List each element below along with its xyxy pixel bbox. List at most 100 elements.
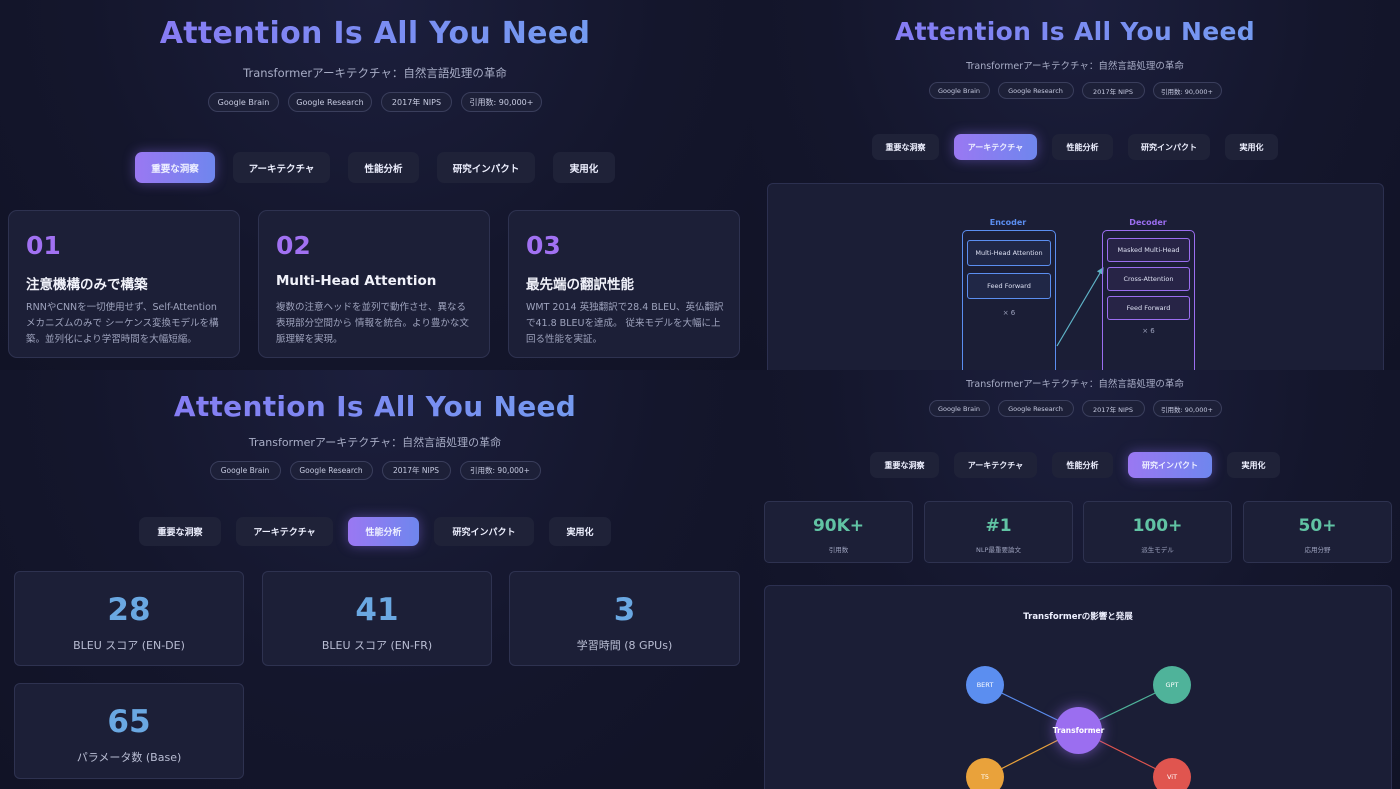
tab-architecture[interactable]: アーキテクチャ [954,134,1037,160]
tab-impact[interactable]: 研究インパクト [1128,134,1210,160]
tab-performance[interactable]: 性能分析 [1052,452,1113,478]
insight-description: 複数の注意ヘッドを並列で動作させ、異なる表現部分空間から 情報を統合。より豊かな… [276,302,469,345]
impact-stat-value: #1 [985,516,1012,536]
impact-stat-value: 90K+ [812,516,865,536]
badge-google-research: Google Research [997,400,1074,417]
architecture-view-panel: Attention Is All You Need Transformerアーキ… [750,0,1400,370]
insight-number: 02 [276,231,311,260]
insights-view-panel: Attention Is All You Need Transformerアーキ… [0,0,750,370]
badge-row: Google Brain Google Research 2017年 NIPS … [750,82,1400,99]
decoder-repeat: × 6 [1142,327,1155,335]
stat-value: 28 [107,592,151,628]
architecture-diagram: Encoder Multi-Head Attention Feed Forwar… [767,183,1384,370]
tab-impact[interactable]: 研究インパクト [1128,452,1212,478]
badge-row: Google Brain Google Research 2017年 NIPS … [0,92,750,112]
badge-google-brain: Google Brain [209,461,281,480]
node-gpt: GPT [1153,666,1191,704]
stat-value: 41 [355,592,399,628]
page-subtitle: Transformerアーキテクチャ：自然言語処理の革命 [248,436,502,449]
badge-google-brain: Google Brain [208,92,279,112]
insight-title: 注意機構のみで構築 [26,277,148,293]
tab-performance[interactable]: 性能分析 [1052,134,1113,160]
stat-label: 学習時間 (8 GPUs) [576,639,673,652]
tab-practical[interactable]: 実用化 [1225,134,1278,160]
node-t5: T5 [966,758,1004,789]
insight-card-3: 03 最先端の翻訳性能 WMT 2014 英独翻訳で28.4 BLEU、英仏翻訳… [508,210,740,358]
badge-citations: 引用数: 90,000+ [461,92,542,112]
badge-row: Google Brain Google Research 2017年 NIPS … [0,461,750,480]
network-edges [984,684,1173,778]
impact-stat-label: NLP最重要論文 [976,546,1021,554]
tab-insights[interactable]: 重要な洞察 [139,517,221,546]
stat-parameters: 65 パラメータ数 (Base) [14,683,244,779]
stat-value: 3 [613,592,636,628]
badge-row: Google Brain Google Research 2017年 NIPS … [750,400,1400,417]
stat-label: BLEU スコア (EN-FR) [321,639,433,652]
tab-architecture[interactable]: アーキテクチャ [236,517,333,546]
node-transformer: Transformer [1053,707,1104,754]
encoder-feed-forward: Feed Forward [967,273,1051,299]
tab-architecture[interactable]: アーキテクチャ [233,152,330,183]
tab-bar: 重要な洞察 アーキテクチャ 性能分析 研究インパクト 実用化 [750,452,1400,478]
stat-training-time: 3 学習時間 (8 GPUs) [509,571,740,666]
stat-bleu-en-de: 28 BLEU スコア (EN-DE) [14,571,244,666]
decoder-block: Masked Multi-Head Cross-Attention Feed F… [1102,230,1195,370]
impact-stat-label: 派生モデル [1141,546,1174,554]
badge-google-research: Google Research [289,461,373,480]
stat-label: BLEU スコア (EN-DE) [73,639,185,652]
tab-performance[interactable]: 性能分析 [348,517,419,546]
page-title: Attention Is All You Need [750,17,1400,46]
impact-stat-label: 引用数 [828,546,849,554]
encoder-label: Encoder [989,218,1027,227]
badge-conference: 2017年 NIPS [1081,400,1145,417]
impact-stat-value: 100+ [1132,516,1183,536]
page-subtitle: Transformerアーキテクチャ：自然言語処理の革命 [243,66,507,80]
tab-practical[interactable]: 実用化 [553,152,615,183]
tab-architecture[interactable]: アーキテクチャ [954,452,1037,478]
badge-conference: 2017年 NIPS [381,92,452,112]
node-vit: ViT [1153,758,1191,789]
tab-insights[interactable]: 重要な洞察 [872,134,939,160]
performance-view-panel: Attention Is All You Need Transformerアーキ… [0,370,750,789]
stat-value: 65 [107,704,151,740]
badge-google-research: Google Research [997,82,1074,99]
badge-citations: 引用数: 90,000+ [1152,82,1222,99]
impact-stat-citations: 90K+ 引用数 [764,501,913,563]
insight-number: 03 [526,231,561,260]
insight-number: 01 [26,231,61,260]
page-subtitle: Transformerアーキテクチャ：自然言語処理の革命 [966,379,1184,390]
stat-bleu-en-fr: 41 BLEU スコア (EN-FR) [262,571,492,666]
tab-practical[interactable]: 実用化 [549,517,611,546]
tab-performance[interactable]: 性能分析 [348,152,419,183]
insight-card-1: 01 注意機構のみで構築 RNNやCNNを一切使用せず、Self-Attenti… [8,210,240,358]
tab-bar: 重要な洞察 アーキテクチャ 性能分析 研究インパクト 実用化 [0,152,750,183]
page-title: Attention Is All You Need [0,390,750,423]
decoder-cross-attention: Cross-Attention [1107,267,1190,291]
tab-impact[interactable]: 研究インパクト [437,152,535,183]
impact-stat-label: 応用分野 [1304,546,1331,554]
badge-conference: 2017年 NIPS [381,461,451,480]
tab-practical[interactable]: 実用化 [1227,452,1280,478]
insight-title: 最先端の翻訳性能 [526,277,634,293]
badge-google-research: Google Research [288,92,372,112]
impact-view-panel: Transformerアーキテクチャ：自然言語処理の革命 Google Brai… [750,370,1400,789]
decoder-label: Decoder [1129,218,1167,227]
insight-title: Multi-Head Attention [276,273,437,289]
badge-citations: 引用数: 90,000+ [459,461,541,480]
insight-description: WMT 2014 英独翻訳で28.4 BLEU、英仏翻訳で41.8 BLEUを達… [526,302,724,345]
insight-description: RNNやCNNを一切使用せず、Self-Attentionメカニズムのみで シー… [26,302,219,345]
tab-impact[interactable]: 研究インパクト [434,517,534,546]
stat-label: パラメータ数 (Base) [76,751,182,764]
badge-conference: 2017年 NIPS [1081,82,1145,99]
impact-network-diagram: Transformerの影響と発展 BERT GPT Transformer T… [764,585,1392,789]
decoder-feed-forward: Feed Forward [1107,296,1190,320]
impact-stat-value: 50+ [1298,516,1337,536]
node-bert: BERT [966,666,1004,704]
impact-stat-applications: 50+ 応用分野 [1243,501,1392,563]
badge-google-brain: Google Brain [928,400,990,417]
tab-insights[interactable]: 重要な洞察 [870,452,939,478]
tab-insights[interactable]: 重要な洞察 [135,152,215,183]
cross-attention-arrow [1056,266,1104,347]
badge-citations: 引用数: 90,000+ [1152,400,1222,417]
impact-stat-derived-models: 100+ 派生モデル [1083,501,1232,563]
